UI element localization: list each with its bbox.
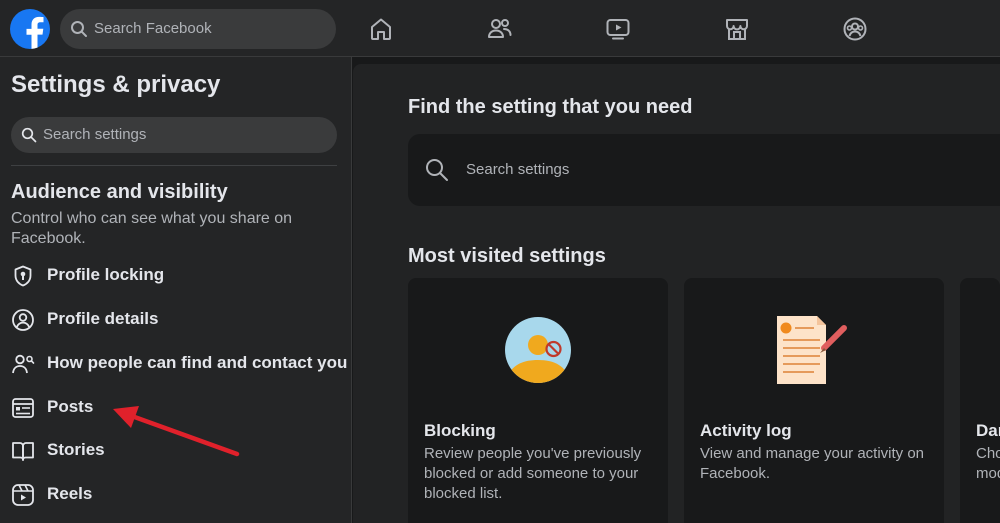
posts-icon [12,398,34,418]
tile-description: View and manage your activity on Faceboo… [700,445,925,482]
sidebar-item-label: How people can find and contact you [47,353,348,372]
divider [11,165,337,166]
sidebar-item-label: Posts [47,397,94,416]
search-icon [71,21,87,37]
search-placeholder: Search Facebook [94,20,212,37]
sidebar-item-label: Profile locking [47,265,165,284]
groups-icon[interactable] [842,16,868,42]
red-arrow-icon [113,406,240,457]
search-icon [426,159,448,181]
section-title: Audience and visibility [11,181,228,203]
facebook-logo-icon[interactable] [10,9,50,49]
tile-blocking[interactable]: Blocking Review people you've previously… [408,278,668,523]
facebook-search-input[interactable]: Search Facebook [60,9,336,49]
person-circle-icon [12,309,34,331]
sidebar-item-reels[interactable]: Reels [0,476,351,516]
settings-search-input[interactable]: Search settings [11,117,337,153]
home-icon[interactable] [368,16,394,42]
tile-title: Blocking [424,421,496,440]
marketplace-icon[interactable] [724,16,750,42]
search-icon [21,127,37,143]
section-description: Control who can see what you share on Fa… [11,210,293,247]
main-search-input[interactable]: Search settings [408,134,1000,206]
tile-partial[interactable]: Dar Cho mod [960,278,1000,523]
friends-icon[interactable] [487,16,513,42]
find-setting-heading: Find the setting that you need [408,96,693,118]
activity-log-illustration [777,316,847,384]
page-title: Settings & privacy [11,71,221,98]
sidebar-item-profile-details[interactable]: Profile details [0,301,351,341]
sidebar-item-find-and-contact[interactable]: How people can find and contact you [0,345,351,385]
tile-title: Activity log [700,421,792,440]
blocking-illustration [505,317,571,383]
search-placeholder: Search settings [43,126,147,143]
shield-lock-icon [14,265,32,287]
sidebar-item-profile-locking[interactable]: Profile locking [0,257,351,297]
main-content: Find the setting that you need Search se… [353,64,1000,523]
reels-icon [12,484,34,506]
tile-description: Cho mod [976,445,1000,482]
search-placeholder: Search settings [466,161,570,178]
tile-description: Review people you've previously blocked … [424,445,642,502]
top-bar: Search Facebook [0,0,1000,57]
tile-activity-log[interactable]: Activity log View and manage your activi… [684,278,944,523]
video-icon[interactable] [605,16,631,42]
sidebar-item-label: Reels [47,484,93,503]
sidebar-item-label: Profile details [47,309,159,328]
people-search-icon [12,354,35,374]
most-visited-heading: Most visited settings [408,245,606,267]
tile-title: Dar [976,421,1000,440]
sidebar-item-label: Stories [47,440,105,459]
book-icon [12,442,34,461]
